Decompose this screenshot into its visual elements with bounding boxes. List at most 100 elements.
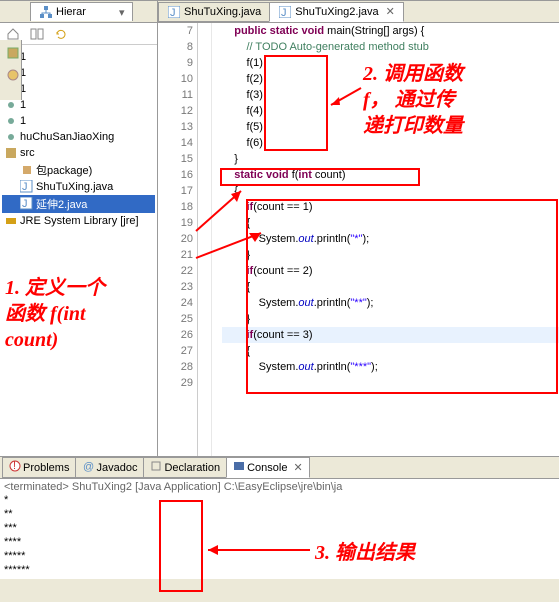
line-number: 28 [158, 359, 197, 375]
tab-icon: @ [82, 460, 94, 475]
console-output-line: *** [4, 521, 555, 535]
package-tree[interactable]: 11111huChuSanJiaoXingsrc包package)JShuTuX… [0, 45, 157, 456]
hierarchy-panel: Hierar ▾ 11111huChuSanJiaoXingsrc包packag… [0, 1, 158, 456]
bottom-panel: !Problems@Javadoc Declaration Console✕ <te… [0, 456, 559, 579]
line-number: 29 [158, 375, 197, 391]
code-editor[interactable]: 7891011121314151617181920212223242526272… [158, 23, 559, 456]
console-output-line: * [4, 493, 555, 507]
tree-item-label: 包package) [36, 162, 92, 178]
line-number: 26 [158, 327, 197, 343]
line-number: 22 [158, 263, 197, 279]
bottom-tab[interactable]: Console✕ [226, 457, 310, 478]
tree-item[interactable]: JRE System Library [jre] [2, 213, 155, 229]
bottom-tab-label: Declaration [164, 462, 220, 474]
code-line[interactable]: { [222, 215, 559, 231]
tree-item[interactable]: 1 [2, 65, 155, 81]
tree-item-label: ShuTuXing.java [36, 181, 113, 193]
line-number: 21 [158, 247, 197, 263]
tool-icon-2[interactable] [4, 66, 22, 84]
tree-item[interactable]: J 延伸2.java [2, 195, 155, 213]
line-number: 13 [158, 119, 197, 135]
line-number: 14 [158, 135, 197, 151]
code-line[interactable]: System.out.println("*"); [222, 231, 559, 247]
tree-item-icon [4, 130, 18, 144]
refresh-icon[interactable] [52, 25, 70, 43]
console-output-line: ****** [4, 563, 555, 577]
line-number: 9 [158, 55, 197, 71]
tree-item-label: 延伸2.java [36, 196, 87, 212]
code-line[interactable]: { [222, 183, 559, 199]
tab-icon [233, 460, 245, 475]
tree-item-icon [4, 98, 18, 112]
code-line[interactable]: public static void main(String[] args) { [222, 23, 559, 39]
line-number: 27 [158, 343, 197, 359]
editor-tabs: J ShuTuXing.java J ShuTuXing2.java ✕ [158, 1, 559, 23]
tree-item[interactable]: J ShuTuXing.java [2, 179, 155, 195]
code-line[interactable]: // TODO Auto-generated method stub [222, 39, 559, 55]
svg-text:!: ! [13, 460, 16, 472]
code-line[interactable]: } [222, 247, 559, 263]
editor-tab[interactable]: J ShuTuXing2.java ✕ [269, 2, 404, 22]
editor-tab-label: ShuTuXing.java [184, 6, 261, 18]
line-number: 19 [158, 215, 197, 231]
bottom-tab[interactable]: @Javadoc [75, 457, 144, 478]
line-number: 8 [158, 39, 197, 55]
tree-item[interactable]: src [2, 145, 155, 161]
line-number: 17 [158, 183, 197, 199]
console-output-line: ***** [4, 549, 555, 563]
svg-text:J: J [22, 181, 28, 193]
tree-item-label: huChuSanJiaoXing [20, 131, 114, 143]
annotation-1: 1. 定义一个 函数 f(int count) [5, 275, 105, 353]
tree-item[interactable]: 1 [2, 81, 155, 97]
annotation-2: 2. 调用函数 f， 通过传 递打印数量 [363, 61, 463, 139]
hierarchy-tab-label: Hierar [56, 6, 86, 18]
code-line[interactable] [222, 375, 559, 391]
tree-item[interactable]: 1 [2, 97, 155, 113]
code-line[interactable]: static void f(int count) [222, 167, 559, 183]
tool-icon-1[interactable] [4, 44, 22, 62]
tree-item[interactable]: 1 [2, 113, 155, 129]
tree-item-icon [20, 163, 34, 177]
line-number: 20 [158, 231, 197, 247]
code-line[interactable]: System.out.println("**"); [222, 295, 559, 311]
tree-item-icon: J [20, 197, 34, 211]
line-number: 10 [158, 71, 197, 87]
console-output-line: ** [4, 507, 555, 521]
hierarchy-tab[interactable]: Hierar ▾ [30, 2, 133, 21]
code-line[interactable]: System.out.println("***"); [222, 359, 559, 375]
tree-item[interactable]: 1 [2, 49, 155, 65]
close-icon[interactable]: ✕ [386, 5, 395, 18]
editor-tab-label: ShuTuXing2.java [295, 6, 378, 18]
svg-text:J: J [170, 7, 176, 18]
code-line[interactable]: if(count == 1) [222, 199, 559, 215]
tree-item-icon: J [20, 180, 34, 194]
tree-item-label: 1 [20, 99, 26, 111]
tree-item[interactable]: 包package) [2, 161, 155, 179]
close-icon[interactable]: ✕ [293, 461, 302, 474]
code-line[interactable]: { [222, 279, 559, 295]
tree-item-label: JRE System Library [jre] [20, 215, 139, 227]
code-line[interactable]: } [222, 151, 559, 167]
bottom-tab[interactable]: !Problems [2, 457, 76, 478]
layout-icon[interactable] [28, 25, 46, 43]
tree-item[interactable]: huChuSanJiaoXing [2, 129, 155, 145]
svg-text:@: @ [83, 461, 94, 472]
line-number: 18 [158, 199, 197, 215]
bottom-tab[interactable]: Declaration [143, 457, 227, 478]
line-number: 12 [158, 103, 197, 119]
tab-icon: ! [9, 460, 21, 475]
line-number: 25 [158, 311, 197, 327]
java-file-icon: J [167, 5, 181, 19]
console-view[interactable]: <terminated> ShuTuXing2 [Java Applicatio… [0, 479, 559, 579]
svg-text:J: J [281, 7, 287, 18]
line-number: 15 [158, 151, 197, 167]
tree-item-icon [4, 214, 18, 228]
line-number: 23 [158, 279, 197, 295]
code-line[interactable]: } [222, 311, 559, 327]
code-line[interactable]: { [222, 343, 559, 359]
java-file-icon: J [278, 5, 292, 19]
code-line[interactable]: if(count == 2) [222, 263, 559, 279]
code-line[interactable]: if(count == 3) [222, 327, 559, 343]
editor-tab[interactable]: J ShuTuXing.java [158, 2, 270, 22]
svg-text:J: J [22, 198, 28, 210]
